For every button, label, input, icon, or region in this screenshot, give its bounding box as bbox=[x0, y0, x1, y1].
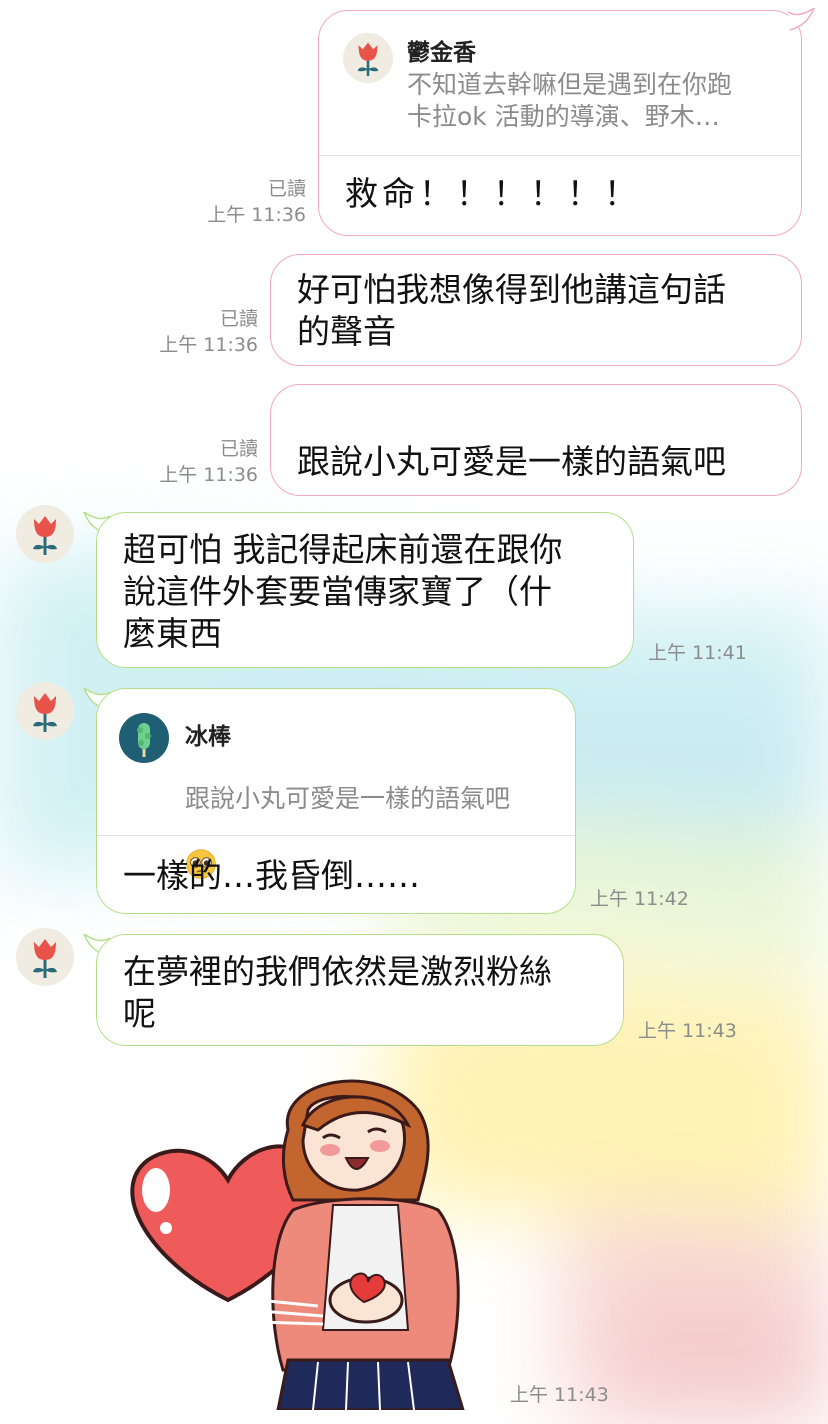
message-bubble[interactable]: 冰棒 跟說小丸可愛是一樣的語氣吧 一樣的…我昏倒…… bbox=[96, 688, 576, 914]
message-meta: 已讀 上午 11:36 bbox=[180, 176, 306, 228]
reply-divider bbox=[97, 835, 575, 836]
reply-sender-name: 鬱金香 bbox=[407, 40, 476, 66]
message-bubble[interactable]: 在夢裡的我們依然是激烈粉絲 呢 bbox=[96, 934, 624, 1046]
tulip-avatar-icon bbox=[343, 33, 393, 83]
message-meta: 已讀 上午 11:36 bbox=[130, 436, 258, 488]
message-text: 好可怕我想像得到他講這句話 的聲音 bbox=[297, 270, 726, 351]
reply-preview-content: 跟說小丸可愛是一樣的語氣吧 bbox=[185, 784, 511, 813]
message-meta: 上午 11:41 bbox=[648, 640, 747, 666]
tulip-avatar-icon[interactable] bbox=[16, 505, 74, 563]
message-meta: 已讀 上午 11:36 bbox=[130, 306, 258, 358]
tulip-avatar-icon[interactable] bbox=[16, 682, 74, 740]
message-bubble[interactable]: 鬱金香 不知道去幹嘛但是遇到在你跑 卡拉ok 活動的導演、野木… 救命！！！！！… bbox=[318, 10, 802, 236]
read-receipt: 已讀 bbox=[219, 438, 258, 460]
read-receipt: 已讀 bbox=[267, 178, 306, 200]
reply-preview-text: 不知道去幹嘛但是遇到在你跑 卡拉ok 活動的導演、野木… bbox=[407, 70, 733, 131]
message-time: 上午 11:36 bbox=[159, 334, 258, 356]
chat-area[interactable]: 鬱金香 不知道去幹嘛但是遇到在你跑 卡拉ok 活動的導演、野木… 救命！！！！！… bbox=[0, 0, 828, 1424]
message-bubble[interactable]: 好可怕我想像得到他講這句話 的聲音 bbox=[270, 254, 802, 366]
message-text-content: 跟說小丸可愛是一樣的語氣吧 bbox=[297, 442, 726, 481]
message-text: 超可怕 我記得起床前還在跟你 說這件外套要當傳家寶了（什 麼東西 bbox=[123, 530, 563, 653]
message-text: 救命！！！！！！ bbox=[345, 174, 641, 213]
reply-sender-name: 冰棒 bbox=[185, 724, 231, 750]
message-time: 上午 11:42 bbox=[590, 888, 689, 910]
tulip-avatar-icon[interactable] bbox=[16, 928, 74, 986]
read-receipt: 已讀 bbox=[219, 308, 258, 330]
girl-holding-heart-sticker[interactable] bbox=[118, 1070, 498, 1410]
message-text: 一樣的…我昏倒…… bbox=[123, 856, 420, 895]
message-time: 上午 11:41 bbox=[648, 642, 747, 664]
popsicle-avatar-icon bbox=[119, 713, 169, 763]
message-bubble[interactable]: 超可怕 我記得起床前還在跟你 說這件外套要當傳家寶了（什 麼東西 bbox=[96, 512, 634, 668]
bubble-tail bbox=[787, 8, 815, 31]
message-meta: 上午 11:43 bbox=[638, 1018, 737, 1044]
message-time: 上午 11:43 bbox=[638, 1020, 737, 1042]
message-meta: 上午 11:42 bbox=[590, 886, 689, 912]
message-time: 上午 11:43 bbox=[510, 1384, 609, 1406]
message-bubble[interactable]: 跟說小丸可愛是一樣的語氣吧 bbox=[270, 384, 802, 566]
reply-divider bbox=[319, 155, 801, 156]
message-time: 上午 11:36 bbox=[159, 464, 258, 486]
message-meta: 上午 11:43 bbox=[510, 1382, 609, 1408]
message-time: 上午 11:36 bbox=[207, 204, 306, 226]
message-text: 在夢裡的我們依然是激烈粉絲 呢 bbox=[123, 952, 552, 1033]
